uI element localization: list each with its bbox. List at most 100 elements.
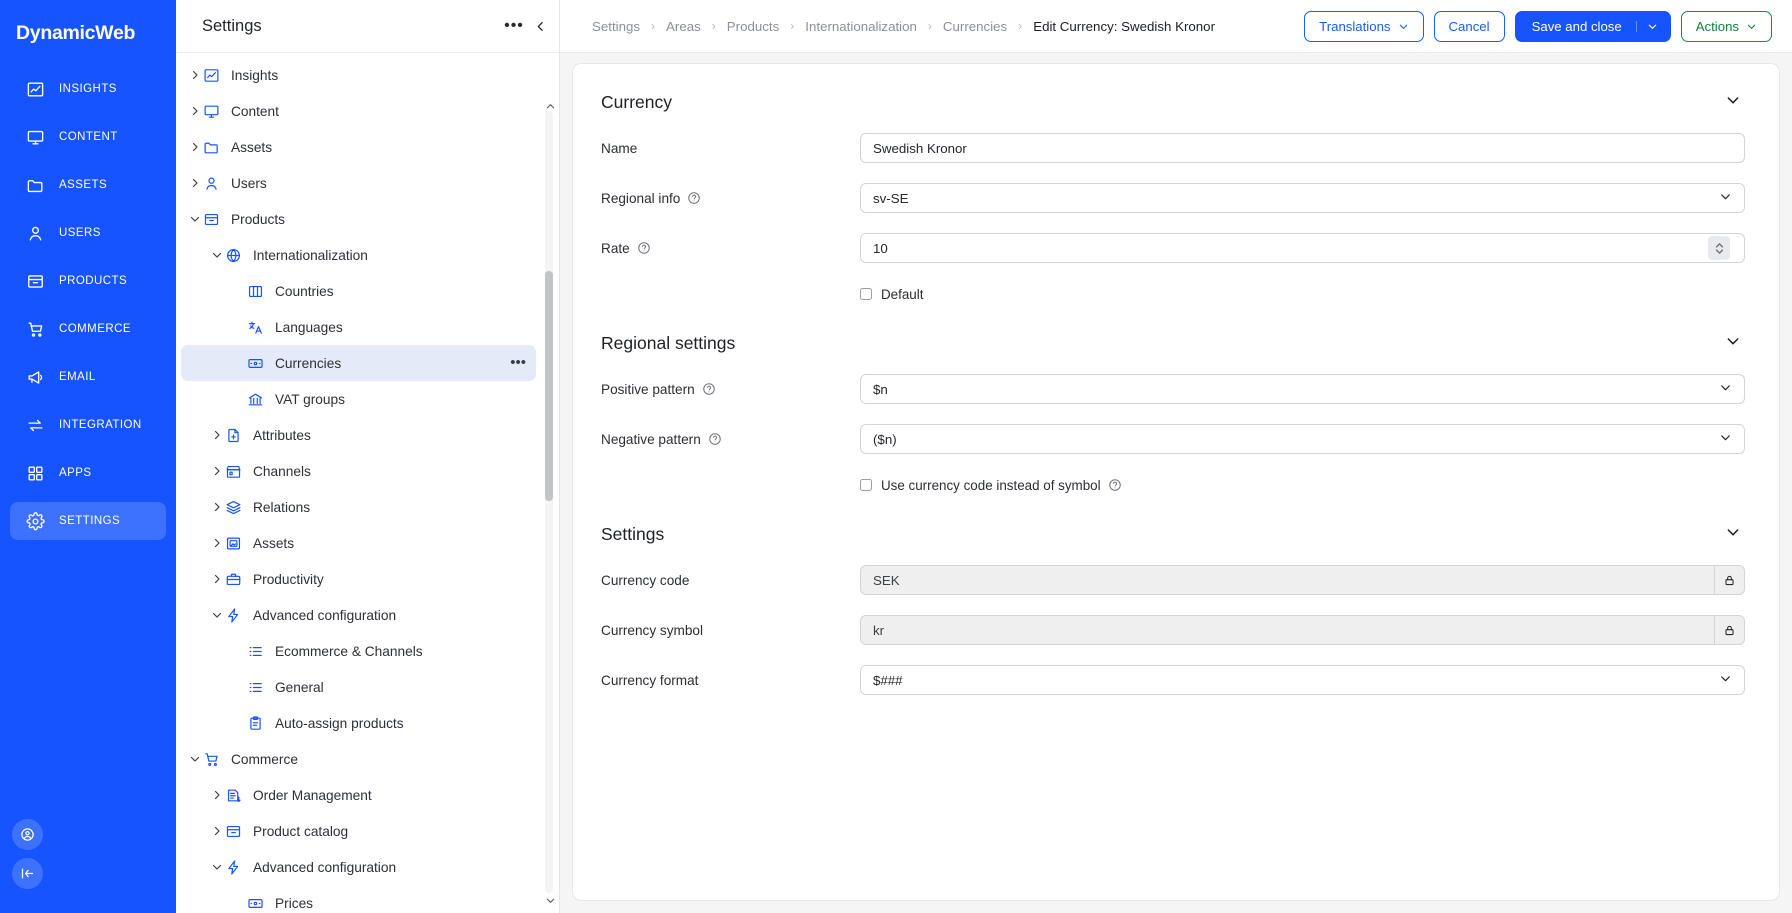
chevron-right-icon[interactable]: [209, 787, 225, 803]
tree-scroll-down-icon[interactable]: [545, 895, 556, 909]
tree-node-attributes[interactable]: Attributes: [181, 417, 536, 453]
actions-button[interactable]: Actions: [1680, 10, 1772, 42]
tree-node-assets[interactable]: Assets: [181, 525, 536, 561]
breadcrumb-item[interactable]: Settings: [592, 19, 640, 34]
tree-node-ecommerce-channels[interactable]: Ecommerce & Channels: [181, 633, 536, 669]
tree-node-auto-assign-products[interactable]: Auto-assign products: [181, 705, 536, 741]
chevron-down-icon[interactable]: [187, 751, 203, 767]
tree-scrollbar-track[interactable]: [545, 111, 553, 893]
tree-node-advanced-configuration[interactable]: Advanced configuration: [181, 597, 536, 633]
chevron-down-icon[interactable]: [1711, 190, 1732, 206]
chevron-right-icon[interactable]: [187, 103, 203, 119]
chevron-right-icon[interactable]: [209, 535, 225, 551]
cancel-button[interactable]: Cancel: [1433, 10, 1505, 42]
tree-node-internationalization[interactable]: Internationalization: [181, 237, 536, 273]
chevron-down-icon[interactable]: [187, 211, 203, 227]
save-and-close-button[interactable]: Save and close: [1514, 10, 1671, 42]
field-input-positive-pattern[interactable]: $n: [860, 374, 1745, 404]
tree-node-insights[interactable]: Insights: [181, 57, 536, 93]
tree-node-content[interactable]: Content: [181, 93, 536, 129]
rail-item-apps[interactable]: APPS: [10, 454, 166, 492]
tree-node-advanced-configuration[interactable]: Advanced configuration: [181, 849, 536, 885]
rail-item-products[interactable]: PRODUCTS: [10, 262, 166, 300]
chevron-down-icon[interactable]: [209, 859, 225, 875]
chevron-right-icon[interactable]: [187, 139, 203, 155]
chevron-right-icon[interactable]: [209, 571, 225, 587]
tree-node-countries[interactable]: Countries: [181, 273, 536, 309]
collapse-panel-icon[interactable]: [12, 858, 43, 889]
rail-item-assets[interactable]: ASSETS: [10, 166, 166, 204]
chevron-right-icon[interactable]: [187, 175, 203, 191]
section-collapse-chevron-down-icon[interactable]: [1721, 329, 1745, 358]
field-input-currency-format[interactable]: $###: [860, 665, 1745, 695]
rail-item-integration[interactable]: INTEGRATION: [10, 406, 166, 444]
chevron-down-icon[interactable]: [1711, 431, 1732, 447]
number-stepper[interactable]: [1708, 236, 1730, 260]
tree-node-vat-groups[interactable]: VAT groups: [181, 381, 536, 417]
chevron-down-icon[interactable]: [1711, 672, 1732, 688]
field-input-name[interactable]: Swedish Kronor: [860, 133, 1745, 163]
checkbox-label-text: Default: [881, 286, 924, 302]
tree-node-product-catalog[interactable]: Product catalog: [181, 813, 536, 849]
tree-scroll-region[interactable]: Insights Content Assets Users Products Intern…: [176, 53, 559, 913]
tree-node-commerce[interactable]: Commerce: [181, 741, 536, 777]
tree-node-more-menu-icon[interactable]: •••: [510, 355, 526, 370]
checkbox-default[interactable]: [860, 288, 872, 300]
tree-node-languages[interactable]: Languages: [181, 309, 536, 345]
account-circle-icon[interactable]: [12, 819, 43, 850]
rail-item-insights[interactable]: INSIGHTS: [10, 70, 166, 108]
help-circle-icon[interactable]: [1108, 478, 1122, 492]
tree-node-currencies[interactable]: Currencies •••: [181, 345, 536, 381]
field-input-regional-info[interactable]: sv-SE: [860, 183, 1745, 213]
help-circle-icon[interactable]: [708, 432, 722, 446]
tree-node-productivity[interactable]: Productivity: [181, 561, 536, 597]
field-input-rate[interactable]: 10: [860, 233, 1745, 263]
help-circle-icon[interactable]: [637, 241, 651, 255]
help-circle-icon[interactable]: [702, 382, 716, 396]
section-collapse-chevron-down-icon[interactable]: [1721, 88, 1745, 117]
chevron-down-icon[interactable]: [1711, 381, 1732, 397]
breadcrumb-item[interactable]: Internationalization: [805, 19, 917, 34]
chevron-down-icon[interactable]: [209, 607, 225, 623]
chevron-left-icon[interactable]: [527, 0, 553, 53]
lock-icon[interactable]: [1714, 566, 1744, 594]
rail-item-settings[interactable]: SETTINGS: [10, 502, 166, 540]
chevron-right-icon[interactable]: [209, 823, 225, 839]
save-split-chevron-down-icon[interactable]: [1635, 20, 1658, 32]
breadcrumb-item[interactable]: Currencies: [943, 19, 1007, 34]
tree-node-products[interactable]: Products: [181, 201, 536, 237]
tree-node-order-management[interactable]: Order Management: [181, 777, 536, 813]
tree-node-prices[interactable]: Prices: [181, 885, 536, 913]
translations-button[interactable]: Translations: [1304, 10, 1424, 42]
section-collapse-chevron-down-icon[interactable]: [1721, 520, 1745, 549]
field-label-text: Name: [601, 140, 638, 156]
tree-node-assets[interactable]: Assets: [181, 129, 536, 165]
lock-icon[interactable]: [1714, 616, 1744, 644]
rail-item-users[interactable]: USERS: [10, 214, 166, 252]
checkbox-use-currency-code-instead-of-symbol[interactable]: [860, 479, 872, 491]
rail-item-commerce[interactable]: COMMERCE: [10, 310, 166, 348]
tree-node-channels[interactable]: Channels: [181, 453, 536, 489]
rail-item-content[interactable]: CONTENT: [10, 118, 166, 156]
form-row: Currency code SEK: [587, 555, 1745, 605]
tree-more-menu-icon[interactable]: •••: [501, 13, 527, 39]
chevron-right-icon[interactable]: [209, 499, 225, 515]
help-circle-icon[interactable]: [687, 191, 701, 205]
tree-scrollbar-thumb[interactable]: [545, 271, 553, 501]
rail-item-email[interactable]: EMAIL: [10, 358, 166, 396]
breadcrumb-item[interactable]: Products: [727, 19, 779, 34]
tree-node-relations[interactable]: Relations: [181, 489, 536, 525]
checkbox-row[interactable]: Default: [587, 273, 1745, 315]
tree-node-general[interactable]: General: [181, 669, 536, 705]
chevron-right-icon[interactable]: [209, 463, 225, 479]
chevron-down-icon[interactable]: [209, 247, 225, 263]
chevron-right-icon[interactable]: [187, 67, 203, 83]
chevron-right-icon[interactable]: [209, 427, 225, 443]
checkbox-row[interactable]: Use currency code instead of symbol: [587, 464, 1745, 506]
tree-node-users[interactable]: Users: [181, 165, 536, 201]
chevron-down-icon: [1746, 21, 1757, 32]
breadcrumb-item[interactable]: Areas: [666, 19, 701, 34]
field-input-currency-code[interactable]: SEK: [860, 565, 1745, 595]
field-input-negative-pattern[interactable]: ($n): [860, 424, 1745, 454]
field-input-currency-symbol[interactable]: kr: [860, 615, 1745, 645]
